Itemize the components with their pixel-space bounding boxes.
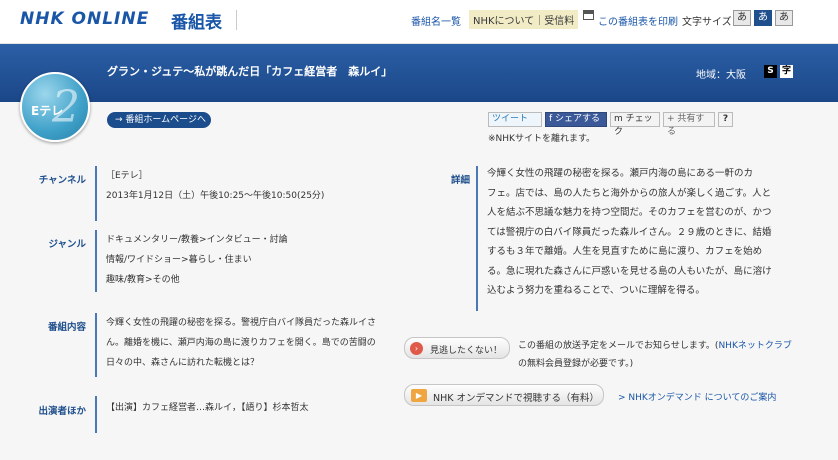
region-label: 地域：大阪	[696, 70, 746, 81]
genre-label: ジャンル	[48, 239, 86, 250]
registration-note: の無料会員登録が必要です。)	[518, 359, 634, 369]
channel-label: チャンネル	[38, 175, 86, 186]
genre-divider	[95, 230, 97, 292]
ondemand-icon: ▶	[411, 389, 427, 402]
program-homepage-button[interactable]: → 番組ホームページへ	[107, 112, 211, 128]
genre-item: 趣味/教育>その他	[106, 275, 180, 285]
ondemand-guide-link[interactable]: > NHKオンデマンド についてのご案内	[618, 389, 776, 407]
mixi-check-button[interactable]: m チェック	[610, 112, 660, 137]
detail-line: 人を結ぶ不思議な魅力を持つ空間だ。そのカフェを営むのが、かつ	[487, 207, 772, 218]
etv-channel-logo: 2 Eテレ	[20, 72, 90, 142]
detail-text: 今輝く女性の飛躍の秘密を探る。瀬戸内海の島にある一軒のカ フェ。店では、島の人た…	[487, 164, 777, 301]
content-divider	[95, 313, 97, 377]
share-button[interactable]: + 共有する	[663, 112, 715, 137]
genre-item: 情報/ワイドショー>暮らし・住まい	[106, 255, 252, 265]
channel-divider	[95, 166, 97, 221]
detail-label: 詳細	[450, 175, 470, 186]
about-nhk-link[interactable]: NHKについて｜受信料	[469, 10, 579, 29]
broadcast-datetime: 2013年1月12日（土）午後10:25〜午後10:50(25分)	[106, 191, 325, 201]
ondemand-label: NHK オンデマンドで視聴する（有料）	[433, 393, 599, 404]
font-size-label: 文字サイズ	[682, 17, 732, 28]
stereo-badge: S	[764, 65, 777, 78]
logo-divider	[236, 10, 237, 30]
program-title-band: グラン・ジュテ〜私が跳んだ日「カフェ経営者 森ルイ」 地域：大阪 S 字	[0, 44, 838, 102]
help-icon[interactable]: ?	[718, 112, 733, 127]
detail-line: ては警視庁の白バイ隊員だった森ルイさん。２９歳のときに、結婚	[487, 226, 772, 238]
dont-miss-label: 見逃したくない！	[430, 346, 503, 356]
font-size-large-button[interactable]: あ	[775, 10, 793, 26]
content-label: 番組内容	[47, 322, 86, 333]
nhk-ondemand-button[interactable]: ▶ NHK オンデマンドで視聴する（有料）	[404, 384, 604, 406]
font-size-medium-button[interactable]: あ	[754, 10, 772, 26]
channel-name: Eテレ	[31, 104, 64, 118]
program-guide-logo[interactable]: 番組表	[171, 8, 222, 33]
detail-line: フェ。店では、島の人たちと海外からの旅人が楽しく過ごす。人と	[487, 187, 772, 199]
top-header: NHK ONLINE 番組表 番組名一覧 NHKについて｜受信料 この番組表を印…	[0, 0, 838, 44]
detail-line: 今輝く女性の飛躍の秘密を探る。瀬戸内海の島にある一軒のカ	[487, 168, 754, 179]
nhk-net-club-link[interactable]: NHKネットクラブ	[718, 341, 791, 351]
detail-line: するも３年で離婚。人生を見直すために島に渡り、カフェを始め	[487, 246, 763, 257]
email-notify-text: この番組の放送予定をメールでお知らせします。(	[518, 341, 719, 351]
content-line: 今輝く女性の飛躍の秘密を探る。警視庁白バイ隊員だった森ルイさ	[106, 318, 377, 328]
external-site-note: ※NHKサイトを離れます。	[488, 134, 596, 144]
tweet-button[interactable]: ツイート	[488, 112, 542, 127]
dont-miss-button[interactable]: › 見逃したくない！	[404, 337, 510, 359]
caption-badge: 字	[780, 65, 793, 78]
cast-label: 出演者ほか	[38, 406, 86, 417]
detail-divider	[476, 166, 478, 311]
detail-line: 込むよう努力を重ねることで、ついに理解を得る。	[487, 285, 705, 296]
channel-value: ［Eテレ］	[106, 171, 148, 181]
cast-value: 【出演】カフェ経営者…森ルイ，【語り】杉本哲太	[106, 403, 309, 413]
detail-line: る。急に現れた森さんに戸惑いを見せる島の人もいたが、島に溶け	[487, 265, 772, 277]
printer-icon[interactable]	[583, 10, 594, 20]
email-notify-note: この番組の放送予定をメールでお知らせします。(NHKネットクラブ	[518, 337, 792, 355]
program-list-link[interactable]: 番組名一覧	[411, 13, 461, 28]
facebook-share-button[interactable]: f シェアする	[545, 112, 607, 127]
genre-item: ドキュメンタリー/教養>インタビュー・討論	[106, 235, 288, 245]
print-link[interactable]: この番組表を印刷	[598, 13, 678, 28]
program-title: グラン・ジュテ〜私が跳んだ日「カフェ経営者 森ルイ」	[107, 65, 393, 78]
arrow-right-icon: ›	[410, 342, 423, 355]
cast-divider	[95, 396, 97, 433]
font-size-small-button[interactable]: あ	[733, 10, 751, 26]
content-line: ん。離婚を機に、瀬戸内海の島に渡りカフェを開く。島での苦闘の	[106, 338, 376, 348]
content-line: 日々の中、森さんに訪れた転機とは？	[106, 358, 260, 368]
nhk-online-logo[interactable]: NHK ONLINE	[20, 9, 149, 29]
